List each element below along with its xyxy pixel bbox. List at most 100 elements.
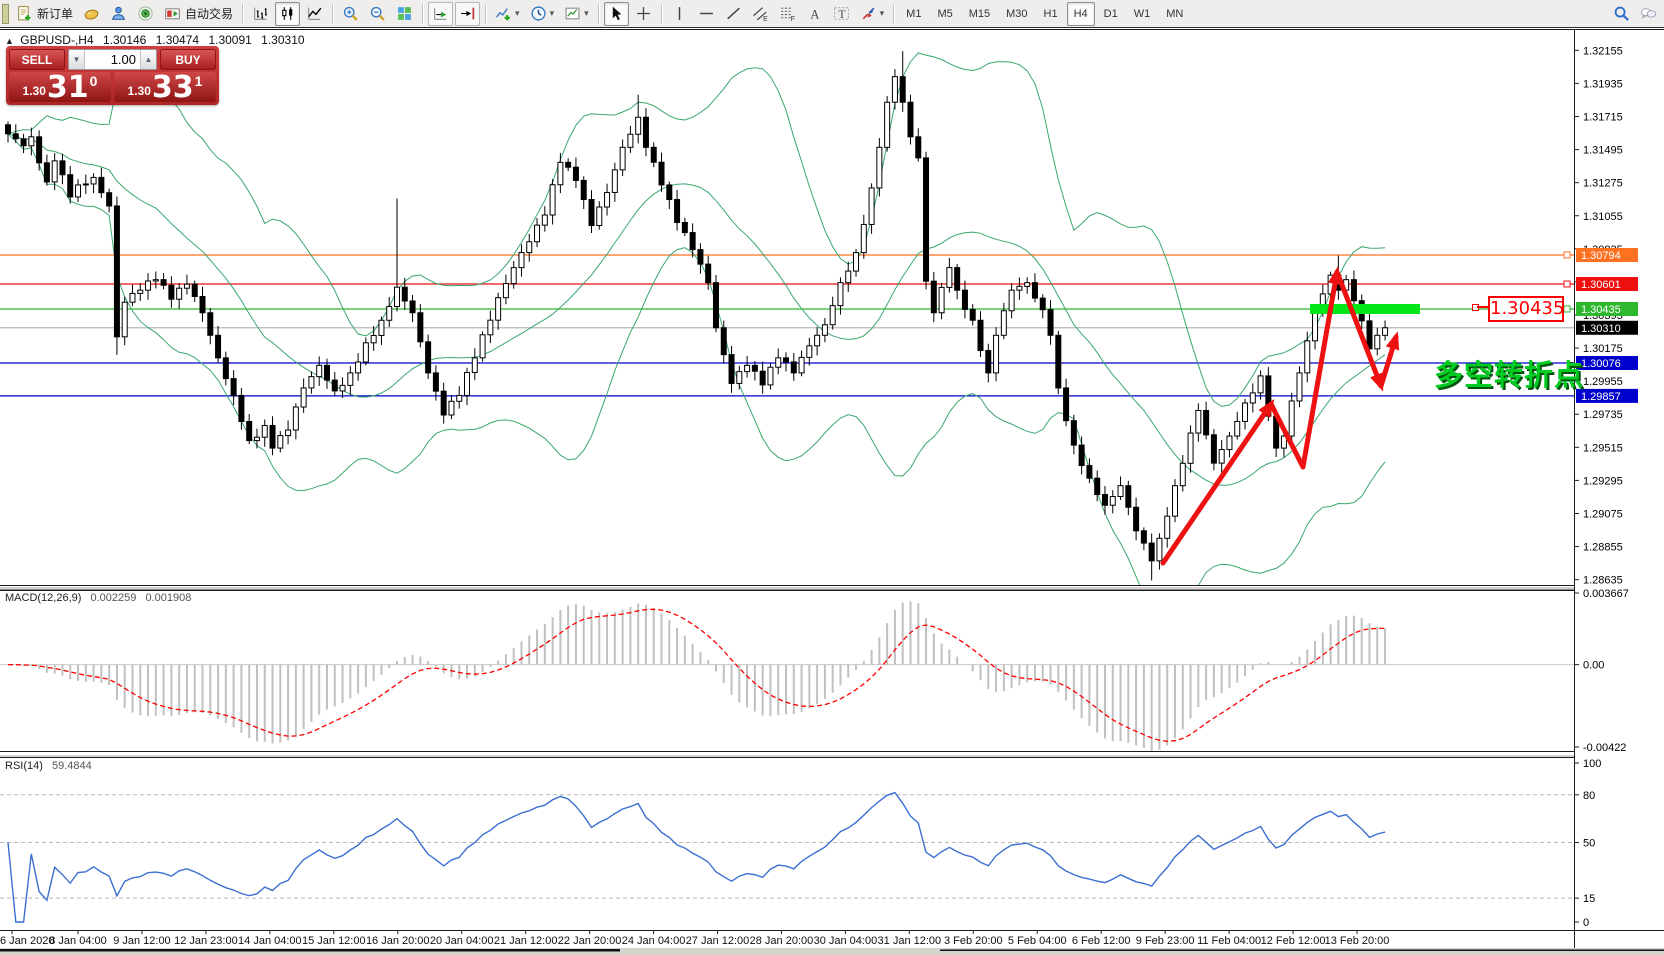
buy-button[interactable]: BUY bbox=[160, 49, 216, 70]
scrollbar-track-left[interactable] bbox=[0, 949, 620, 952]
chart-canvas[interactable]: 1.321551.319351.317151.314951.312751.310… bbox=[0, 29, 1664, 955]
ohlc-open: 1.30146 bbox=[103, 33, 146, 47]
svg-text:E: E bbox=[763, 16, 768, 22]
svg-text:1.30076: 1.30076 bbox=[1581, 358, 1621, 370]
fibonacci-icon: F bbox=[779, 5, 796, 22]
volume-input[interactable] bbox=[85, 50, 140, 69]
gold-button[interactable] bbox=[79, 2, 104, 26]
svg-text:1.30601: 1.30601 bbox=[1581, 279, 1621, 291]
price-callout-box[interactable]: 1.30435 bbox=[1488, 296, 1564, 322]
chart-shift-button[interactable] bbox=[455, 2, 480, 26]
autotrading-icon bbox=[164, 5, 181, 22]
price-axis: 1.321551.319351.317151.314951.312751.310… bbox=[1564, 29, 1664, 948]
price-axis-tick: 1.29075 bbox=[1583, 508, 1623, 520]
price-axis-tick: 1.32155 bbox=[1583, 45, 1623, 57]
signal-button[interactable] bbox=[133, 2, 158, 26]
svg-text:T: T bbox=[838, 8, 845, 21]
scrollbar-track-right[interactable] bbox=[940, 950, 1664, 952]
mt4-window: { "toolbar": { "items": [ {"name":"new-o… bbox=[0, 0, 1664, 955]
svg-text:1.30310: 1.30310 bbox=[1581, 323, 1621, 335]
tf-m30-button[interactable]: M30 bbox=[999, 2, 1034, 26]
candlestick-button[interactable] bbox=[275, 2, 300, 26]
channel-button[interactable]: E bbox=[748, 2, 773, 26]
zoom-out-button[interactable] bbox=[365, 2, 390, 26]
cursor-button[interactable] bbox=[604, 2, 629, 26]
new-order-button[interactable]: 新订单 bbox=[12, 2, 77, 26]
zoom-in-button[interactable] bbox=[338, 2, 363, 26]
tf-m15-button[interactable]: M15 bbox=[962, 2, 997, 26]
time-axis-label: 9 Jan 12:00 bbox=[113, 935, 171, 947]
svg-text:F: F bbox=[790, 16, 794, 22]
tf-h1-button[interactable]: H1 bbox=[1037, 2, 1065, 26]
sell-price-prefix: 1.30 bbox=[23, 84, 46, 98]
arrows-button[interactable]: ▾ bbox=[856, 2, 889, 26]
price-axis-tick: 1.29515 bbox=[1583, 442, 1623, 454]
time-axis-label: 12 Jan 23:00 bbox=[174, 935, 238, 947]
templates-button[interactable]: ▾ bbox=[560, 2, 593, 26]
tf-m1-button[interactable]: M1 bbox=[899, 2, 928, 26]
bottom-scrollbar[interactable] bbox=[0, 948, 1664, 955]
vertical-line-button[interactable] bbox=[667, 2, 692, 26]
text-button[interactable]: A bbox=[802, 2, 827, 26]
tf-h4-button[interactable]: H4 bbox=[1067, 2, 1095, 26]
tile-windows-button[interactable] bbox=[392, 2, 417, 26]
volume-up-button[interactable]: ▲ bbox=[140, 50, 156, 69]
chevron-down-icon: ▾ bbox=[515, 8, 520, 19]
periods-icon bbox=[530, 5, 547, 22]
time-axis-label: 20 Jan 04:00 bbox=[430, 935, 494, 947]
indicators-button[interactable]: ▾ bbox=[491, 2, 524, 26]
trendline-button[interactable] bbox=[721, 2, 746, 26]
volume-down-button[interactable]: ▼ bbox=[69, 50, 85, 69]
sell-button[interactable]: SELL bbox=[9, 49, 65, 70]
toolbar: 新订单 自动交易 ▾ ▾ ▾ E F A T ▾ M1M5M15M30H1H4D1W1MN bbox=[0, 0, 1664, 28]
tf-m5-button[interactable]: M5 bbox=[930, 2, 959, 26]
ohlc-low: 1.30091 bbox=[208, 33, 251, 47]
autotrading-button-label: 自动交易 bbox=[185, 5, 233, 22]
crosshair-button[interactable] bbox=[631, 2, 656, 26]
tf-w1-button[interactable]: W1 bbox=[1127, 2, 1158, 26]
auto-scroll-button[interactable] bbox=[428, 2, 453, 26]
macd-axis-tick: 0.003667 bbox=[1583, 588, 1629, 600]
turning-point-note[interactable]: 多空转折点 bbox=[1434, 352, 1574, 394]
periods-button[interactable]: ▾ bbox=[526, 2, 559, 26]
chart-background bbox=[0, 29, 1664, 955]
profile-button[interactable] bbox=[106, 2, 131, 26]
rsi-axis-tick: 50 bbox=[1583, 838, 1595, 850]
highlight-layer[interactable] bbox=[1310, 304, 1420, 314]
bar-chart-icon bbox=[252, 5, 269, 22]
volume-stepper: ▼ ▲ bbox=[68, 49, 157, 70]
toolbar-separator bbox=[661, 4, 662, 24]
line-chart-button[interactable] bbox=[302, 2, 327, 26]
text-icon: A bbox=[806, 5, 823, 22]
fibonacci-button[interactable]: F bbox=[775, 2, 800, 26]
buy-price[interactable]: 1.30 33 1 bbox=[114, 72, 216, 102]
time-axis-label: 21 Jan 12:00 bbox=[494, 935, 558, 947]
highlight-bar[interactable] bbox=[1310, 304, 1420, 314]
up-triangle-icon: ▲ bbox=[5, 36, 14, 46]
time-axis-label: 12 Feb 12:00 bbox=[1261, 935, 1326, 947]
chat-button[interactable] bbox=[1636, 2, 1661, 26]
indicators-icon bbox=[495, 5, 512, 22]
chevron-down-icon: ▾ bbox=[584, 8, 589, 19]
macd-pane-label: MACD(12,26,9) 0.002259 0.001908 bbox=[5, 592, 191, 604]
tf-mn-button[interactable]: MN bbox=[1159, 2, 1190, 26]
horizontal-line-button[interactable] bbox=[694, 2, 719, 26]
search-icon bbox=[1613, 5, 1630, 22]
symbol-period: GBPUSD-,H4 bbox=[20, 33, 93, 47]
time-axis-label: 11 Feb 04:00 bbox=[1197, 935, 1261, 947]
tf-d1-button[interactable]: D1 bbox=[1097, 2, 1125, 26]
chart-window[interactable]: 1.321551.319351.317151.314951.312751.310… bbox=[0, 29, 1664, 955]
autotrading-button[interactable]: 自动交易 bbox=[160, 2, 237, 26]
ohlc-high: 1.30474 bbox=[156, 33, 199, 47]
auto-scroll-icon bbox=[432, 5, 449, 22]
time-axis-label: 30 Jan 04:00 bbox=[814, 935, 878, 947]
callout-connector bbox=[1477, 306, 1488, 308]
label-button[interactable]: T bbox=[829, 2, 854, 26]
sell-price[interactable]: 1.30 31 0 bbox=[9, 72, 111, 102]
ohlc-close: 1.30310 bbox=[261, 33, 304, 47]
bar-chart-button[interactable] bbox=[248, 2, 273, 26]
svg-text:1.30794: 1.30794 bbox=[1581, 250, 1621, 262]
sell-price-pipette: 0 bbox=[90, 73, 98, 89]
price-axis-tick: 1.28855 bbox=[1583, 542, 1623, 554]
search-button[interactable] bbox=[1609, 2, 1634, 26]
